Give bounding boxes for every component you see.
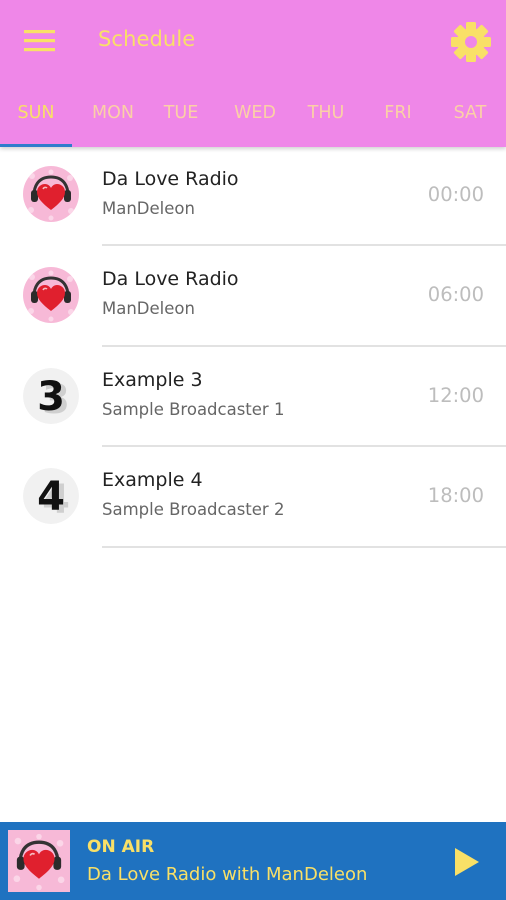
now-playing-bar[interactable]: ON AIR Da Love Radio with ManDeleon [0, 822, 506, 900]
tab-sun[interactable]: SUN [0, 88, 72, 147]
app-header: Schedule SUN MON TUE WED THU FRI SAT [0, 0, 506, 147]
divider [102, 546, 506, 548]
on-air-label: ON AIR [87, 837, 155, 857]
schedule-item[interactable]: Da Love Radio ManDeleon 06:00 [0, 247, 506, 347]
show-host: Sample Broadcaster 1 [102, 400, 285, 419]
heart-headphones-logo [23, 267, 79, 323]
show-time: 00:00 [427, 183, 484, 206]
tab-mon[interactable]: MON [77, 88, 149, 147]
show-host: ManDeleon [102, 199, 195, 218]
tab-sat[interactable]: SAT [434, 88, 506, 147]
schedule-item[interactable]: Da Love Radio ManDeleon 00:00 [0, 147, 506, 247]
now-playing-artwork [8, 830, 70, 892]
divider [102, 445, 506, 447]
tab-label: TUE [163, 103, 199, 123]
show-host: ManDeleon [102, 299, 195, 318]
tab-tue[interactable]: TUE [145, 88, 217, 147]
tab-label: THU [307, 103, 345, 123]
heart-headphones-logo [23, 166, 79, 222]
tab-thu[interactable]: THU [290, 88, 362, 147]
schedule-item[interactable]: 4 4 Example 4 Sample Broadcaster 2 18:00 [0, 448, 506, 548]
play-icon [455, 848, 479, 876]
tab-label: SUN [17, 103, 55, 123]
number-4-logo: 4 4 [23, 468, 79, 524]
show-title: Da Love Radio [102, 168, 239, 190]
divider [102, 345, 506, 347]
show-time: 06:00 [427, 283, 484, 306]
show-title: Da Love Radio [102, 268, 239, 290]
show-title: Example 3 [102, 369, 203, 391]
tab-fri[interactable]: FRI [362, 88, 434, 147]
tab-label: FRI [384, 103, 412, 123]
svg-text:4: 4 [37, 474, 65, 520]
play-button[interactable] [446, 842, 486, 882]
tab-label: SAT [453, 103, 487, 123]
settings-button[interactable] [446, 18, 496, 66]
hamburger-menu-icon [24, 30, 55, 52]
show-time: 12:00 [427, 384, 484, 407]
tab-label: WED [234, 103, 276, 123]
menu-button[interactable] [18, 22, 62, 60]
day-tabs: SUN MON TUE WED THU FRI SAT [0, 88, 506, 147]
tab-wed[interactable]: WED [219, 88, 291, 147]
tab-label: MON [92, 103, 134, 123]
show-time: 18:00 [427, 484, 484, 507]
svg-text:3: 3 [37, 374, 65, 420]
now-playing-text: Da Love Radio with ManDeleon [87, 864, 368, 885]
divider [102, 244, 506, 246]
show-host: Sample Broadcaster 2 [102, 500, 285, 519]
page-title: Schedule [98, 27, 196, 51]
gear-icon [451, 22, 491, 62]
schedule-item[interactable]: 3 3 Example 3 Sample Broadcaster 1 12:00 [0, 348, 506, 448]
show-title: Example 4 [102, 469, 203, 491]
toolbar: Schedule [0, 0, 506, 82]
number-3-logo: 3 3 [23, 368, 79, 424]
